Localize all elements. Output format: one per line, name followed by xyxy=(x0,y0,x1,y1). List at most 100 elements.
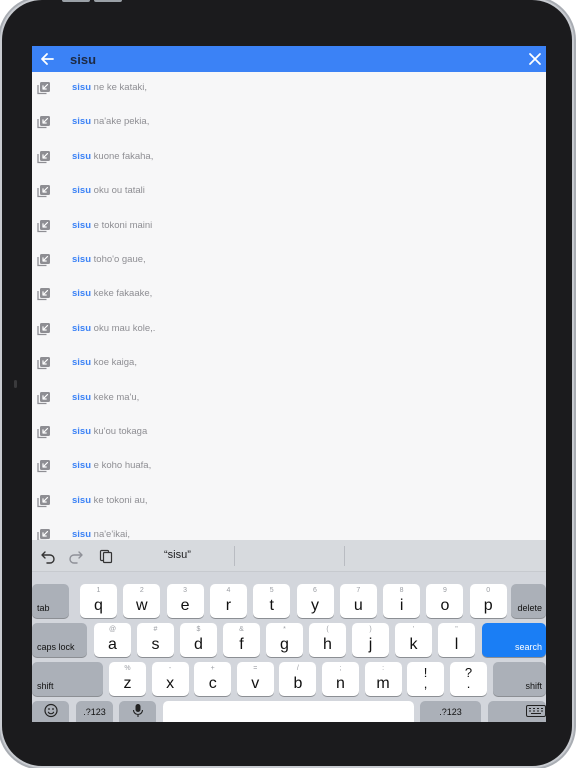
arrow-up-left-icon[interactable] xyxy=(37,184,51,198)
arrow-up-left-icon[interactable] xyxy=(37,528,51,540)
key-e[interactable]: 3e xyxy=(166,584,204,618)
key-z[interactable]: % z xyxy=(109,662,146,696)
list-item[interactable]: sisu kuone fakaha, xyxy=(32,141,546,175)
arrow-up-left-icon[interactable] xyxy=(37,150,51,164)
list-item[interactable]: sisu keke fakaake, xyxy=(32,278,546,312)
list-item[interactable]: sisu ne ke kataki, xyxy=(32,72,546,106)
suggestion-match: sisu xyxy=(72,116,92,128)
tab-key[interactable]: tab xyxy=(32,584,69,618)
list-item[interactable]: sisu na'ake pekia, xyxy=(32,106,546,140)
key-question-period[interactable]: ?. xyxy=(450,662,487,696)
key-char: d xyxy=(194,636,203,653)
key-v[interactable]: = v xyxy=(236,662,274,696)
key-y[interactable]: 6y xyxy=(296,584,334,618)
numbers-label: .?123 xyxy=(439,707,462,717)
paste-icon[interactable] xyxy=(98,548,114,564)
key-char: k xyxy=(409,636,418,653)
suggestion-match: sisu xyxy=(72,150,92,162)
key-alt-char: 2 xyxy=(139,587,144,594)
key-q[interactable]: 1q xyxy=(80,584,117,618)
suggestion-rest: ku'ou tokaga xyxy=(91,425,148,437)
close-icon[interactable] xyxy=(526,49,544,69)
keyboard-hide-icon xyxy=(526,704,546,722)
list-item[interactable]: sisu oku mau kole,. xyxy=(32,313,546,347)
key-m[interactable]: :m xyxy=(364,662,402,696)
arrow-up-left-icon[interactable] xyxy=(37,356,51,370)
search-input[interactable] xyxy=(70,48,500,70)
shift-right-key[interactable]: shift xyxy=(493,662,546,696)
list-item[interactable]: sisu toho'o gaue, xyxy=(32,244,546,278)
arrow-up-left-icon[interactable] xyxy=(37,391,51,405)
emoji-key[interactable] xyxy=(32,701,69,722)
key-l[interactable]: " l xyxy=(438,623,475,657)
arrow-up-left-icon[interactable] xyxy=(37,115,51,129)
list-item[interactable]: sisu oku ou tatali xyxy=(32,175,546,209)
key-i[interactable]: 8i xyxy=(383,584,421,618)
key-punct: !, xyxy=(407,666,444,690)
key-o[interactable]: 9o xyxy=(426,584,464,618)
key-s[interactable]: # s xyxy=(137,623,174,657)
shift-left-key[interactable]: shift xyxy=(32,662,103,696)
key-exclamation-comma[interactable]: !, xyxy=(407,662,444,696)
suggestion-list: sisu ne ke kataki, sisu na'ake pekia, sisu… xyxy=(32,72,546,540)
key-x[interactable]: -x xyxy=(151,662,189,696)
list-item[interactable]: sisu e tokoni maini xyxy=(32,210,546,244)
key-p[interactable]: 0p xyxy=(469,584,507,618)
arrow-up-left-icon[interactable] xyxy=(37,81,51,95)
delete-label: delete xyxy=(517,603,542,613)
list-item[interactable]: sisu e koho huafa, xyxy=(32,450,546,484)
numbers-key-right[interactable]: .?123 xyxy=(420,701,481,722)
list-item[interactable]: sisu na'e'ikai, xyxy=(32,519,546,540)
key-k[interactable]: ' k xyxy=(395,623,432,657)
key-t[interactable]: 5t xyxy=(253,584,291,618)
numbers-key-left[interactable]: .?123 xyxy=(76,701,113,722)
shift-label: shift xyxy=(525,681,542,691)
key-alt-char: & xyxy=(239,626,244,633)
key-d[interactable]: $ d xyxy=(180,623,217,657)
delete-key[interactable]: delete xyxy=(511,584,546,618)
key-w[interactable]: 2w xyxy=(123,584,161,618)
suggestion-text: sisu e tokoni maini xyxy=(72,220,152,231)
key-b[interactable]: / b xyxy=(279,662,317,696)
key-char: v xyxy=(251,675,260,692)
arrow-up-left-icon[interactable] xyxy=(37,494,51,508)
key-alt-char: : xyxy=(382,665,385,672)
key-punct: ?. xyxy=(450,666,487,690)
predictive-text-suggestion[interactable]: “sisu” xyxy=(164,549,191,561)
suggestion-text: sisu ke tokoni au, xyxy=(72,495,148,506)
key-c[interactable]: + c xyxy=(194,662,232,696)
key-a[interactable]: @ a xyxy=(94,623,131,657)
key-char: u xyxy=(353,597,363,614)
list-item[interactable]: sisu koe kaiga, xyxy=(32,347,546,381)
key-alt-char: - xyxy=(168,665,172,672)
arrow-up-left-icon[interactable] xyxy=(37,425,51,439)
key-g[interactable]: * g xyxy=(266,623,303,657)
list-item[interactable]: sisu keke ma'u, xyxy=(32,382,546,416)
key-n[interactable]: ; n xyxy=(322,662,359,696)
list-item[interactable]: sisu ku'ou tokaga xyxy=(32,416,546,450)
suggestion-text: sisu ne ke kataki, xyxy=(72,82,147,93)
redo-icon[interactable] xyxy=(68,548,84,564)
space-bar[interactable] xyxy=(163,701,414,722)
back-arrow-icon[interactable] xyxy=(38,49,58,69)
key-u[interactable]: 7u xyxy=(339,584,377,618)
caps-lock-label: caps lock xyxy=(37,642,75,652)
key-j[interactable]: ) j xyxy=(352,623,389,657)
undo-icon[interactable] xyxy=(40,548,56,564)
caps-lock-key[interactable]: caps lock xyxy=(32,623,87,657)
arrow-up-left-icon[interactable] xyxy=(37,253,51,267)
dictation-key[interactable] xyxy=(119,701,156,722)
arrow-up-left-icon[interactable] xyxy=(37,322,51,336)
key-char: n xyxy=(336,675,345,692)
key-r[interactable]: 4r xyxy=(209,584,247,618)
arrow-up-left-icon[interactable] xyxy=(37,459,51,473)
list-item[interactable]: sisu ke tokoni au, xyxy=(32,485,546,519)
arrow-up-left-icon[interactable] xyxy=(37,219,51,233)
suggestion-match: sisu xyxy=(72,494,92,506)
key-h[interactable]: (h xyxy=(309,623,346,657)
key-f[interactable]: & f xyxy=(223,623,260,657)
search-key[interactable]: search xyxy=(482,623,546,657)
arrow-up-left-icon[interactable] xyxy=(37,287,51,301)
hide-keyboard-key[interactable] xyxy=(488,701,546,722)
suggestion-match: sisu xyxy=(72,425,92,437)
